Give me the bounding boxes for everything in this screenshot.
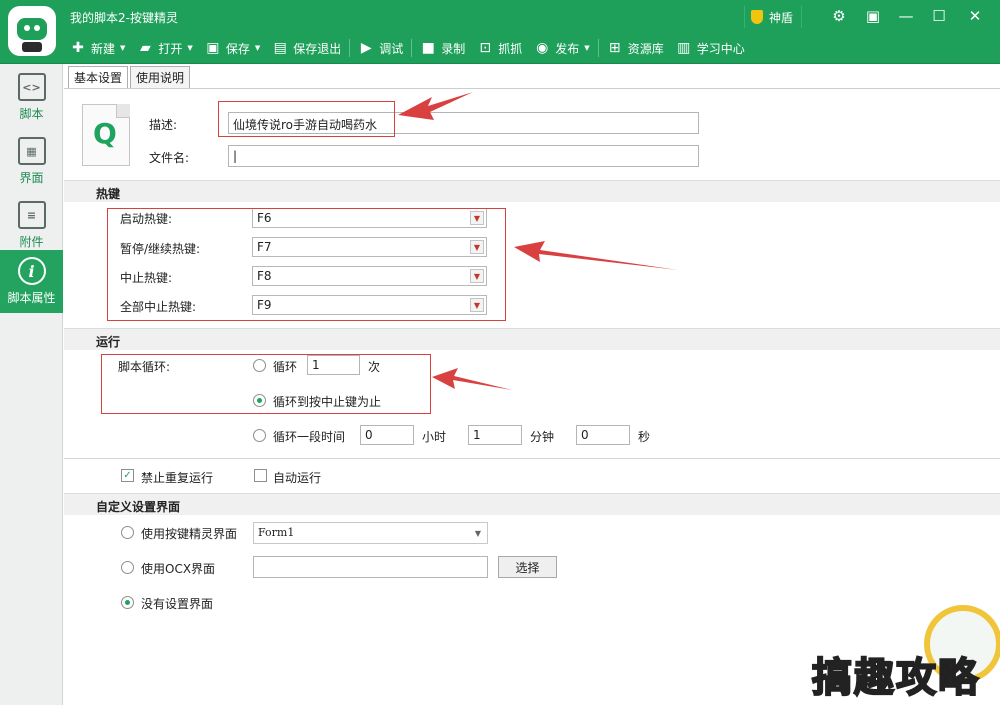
shield-button[interactable]: 神盾 [744,6,803,28]
app-logo [8,6,56,56]
loop-period-label: 循环一段时间 [273,430,346,444]
grab-icon: ⊡ [479,40,492,56]
sidebar-item-ui[interactable]: ▦ 界面 [0,130,63,193]
publish-icon: ◉ [536,40,549,56]
minimize-icon[interactable]: — [891,4,921,28]
sidebar-item-script-properties[interactable]: i 脚本属性 [0,250,63,313]
shield-label: 神盾 [769,10,794,25]
grid-icon: ▦ [17,137,46,165]
hours-field[interactable]: 0 [360,425,414,445]
seconds-field[interactable]: 0 [576,425,630,445]
script-file-icon: Q [82,104,130,166]
hours-unit: 小时 [422,430,447,444]
select-button[interactable]: 选择 [498,556,557,578]
seconds-unit: 秒 [638,430,651,444]
use-ocx-label: 使用OCX界面 [141,562,216,576]
arrow-hotkeys [514,241,678,270]
publish-button[interactable]: ◉ 发布 ▼ [528,36,595,60]
info-icon: i [17,257,46,285]
play-icon: ▶ [360,40,372,56]
hotkeys-section-title: 热键 [64,180,1000,202]
use-form-label: 使用按键精灵界面 [141,527,238,541]
tab-basic-settings[interactable]: 基本设置 [68,66,129,88]
learning-center-button[interactable]: ▥ 学习中心 [670,36,751,60]
shield-icon [751,10,763,24]
grab-button[interactable]: ⊡ 抓抓 [471,36,528,60]
ocx-field[interactable] [253,556,488,578]
tab-usage-notes[interactable]: 使用说明 [130,66,191,88]
form-select[interactable]: Form1 ▼ [253,522,488,544]
minutes-unit: 分钟 [530,430,555,444]
use-ocx-radio[interactable] [121,561,134,574]
code-icon: <> [17,73,46,101]
desc-label: 描述: [149,118,178,132]
use-form-radio[interactable] [121,526,134,539]
menu-icon[interactable]: ▣ [858,4,888,28]
sidebar: <> 脚本 ▦ 界面 ≡ 附件 i 脚本属性 [0,64,63,705]
chevron-down-icon: ▼ [120,44,126,52]
filename-field[interactable]: | [228,145,699,167]
close-icon[interactable]: ✕ [960,4,990,28]
highlight-box-loop [101,354,431,414]
save-icon: ▣ [206,40,220,56]
no-repeat-checkbox[interactable]: ✓ [121,469,134,482]
run-section-title: 运行 [64,328,1000,350]
filename-label: 文件名: [149,151,190,165]
auto-run-label: 自动运行 [273,471,322,485]
book-icon: ▥ [677,40,691,56]
toolbar: ✚ 新建 ▼ ▰ 打开 ▼ ▣ 保存 ▼ ▤ 保存退出 ▶ 调试 ■ 录制 ⊡ 抓抓 ◉ 发布 ▼ ⊞ 资… [64,36,751,60]
sidebar-item-attachment[interactable]: ≡ 附件 [0,194,63,257]
chevron-down-icon: ▼ [474,528,482,538]
auto-run-checkbox[interactable] [254,469,267,482]
folder-icon: ▰ [140,40,151,56]
window-title: 我的脚本2-按键精灵 [70,11,178,25]
loop-period-radio[interactable] [253,429,266,442]
record-button[interactable]: ■ 录制 [414,36,471,60]
chevron-down-icon: ▼ [254,44,261,52]
minutes-field[interactable]: 1 [468,425,522,445]
save-exit-icon: ▤ [273,40,287,56]
gear-icon[interactable]: ⚙ [824,4,854,28]
watermark-text: 搞趣攻略 [811,654,980,702]
debug-button[interactable]: ▶ 调试 [352,36,409,60]
watermark: 搞趣攻略 [811,605,1000,705]
no-repeat-label: 禁止重复运行 [141,471,214,485]
chevron-down-icon: ▼ [584,44,590,52]
new-button[interactable]: ✚ 新建 ▼ [64,36,131,60]
title-bar: 我的脚本2-按键精灵 神盾 ⚙ ▣ — ☐ ✕ ✚ 新建 ▼ ▰ 打开 ▼ ▣ 保存 ▼ ▤… [0,0,1000,64]
library-icon: ⊞ [608,40,621,56]
chevron-down-icon: ▼ [187,44,193,52]
library-button[interactable]: ⊞ 资源库 [601,36,670,60]
plus-icon: ✚ [72,40,84,56]
camera-icon: ■ [421,40,435,56]
tab-bar: 基本设置 使用说明 [68,66,192,88]
attachment-icon: ≡ [17,201,46,229]
save-button[interactable]: ▣ 保存 ▼ [199,36,266,60]
save-exit-button[interactable]: ▤ 保存退出 [266,36,347,60]
arrow-loop [432,368,512,390]
no-ui-label: 没有设置界面 [141,597,214,611]
no-ui-radio[interactable] [121,596,134,609]
maximize-icon[interactable]: ☐ [924,4,954,28]
highlight-box-hotkeys [107,208,506,321]
highlight-box-description [218,101,395,137]
sidebar-item-script[interactable]: <> 脚本 [0,66,63,129]
custom-ui-section-title: 自定义设置界面 [64,493,1000,515]
open-button[interactable]: ▰ 打开 ▼ [131,36,198,60]
